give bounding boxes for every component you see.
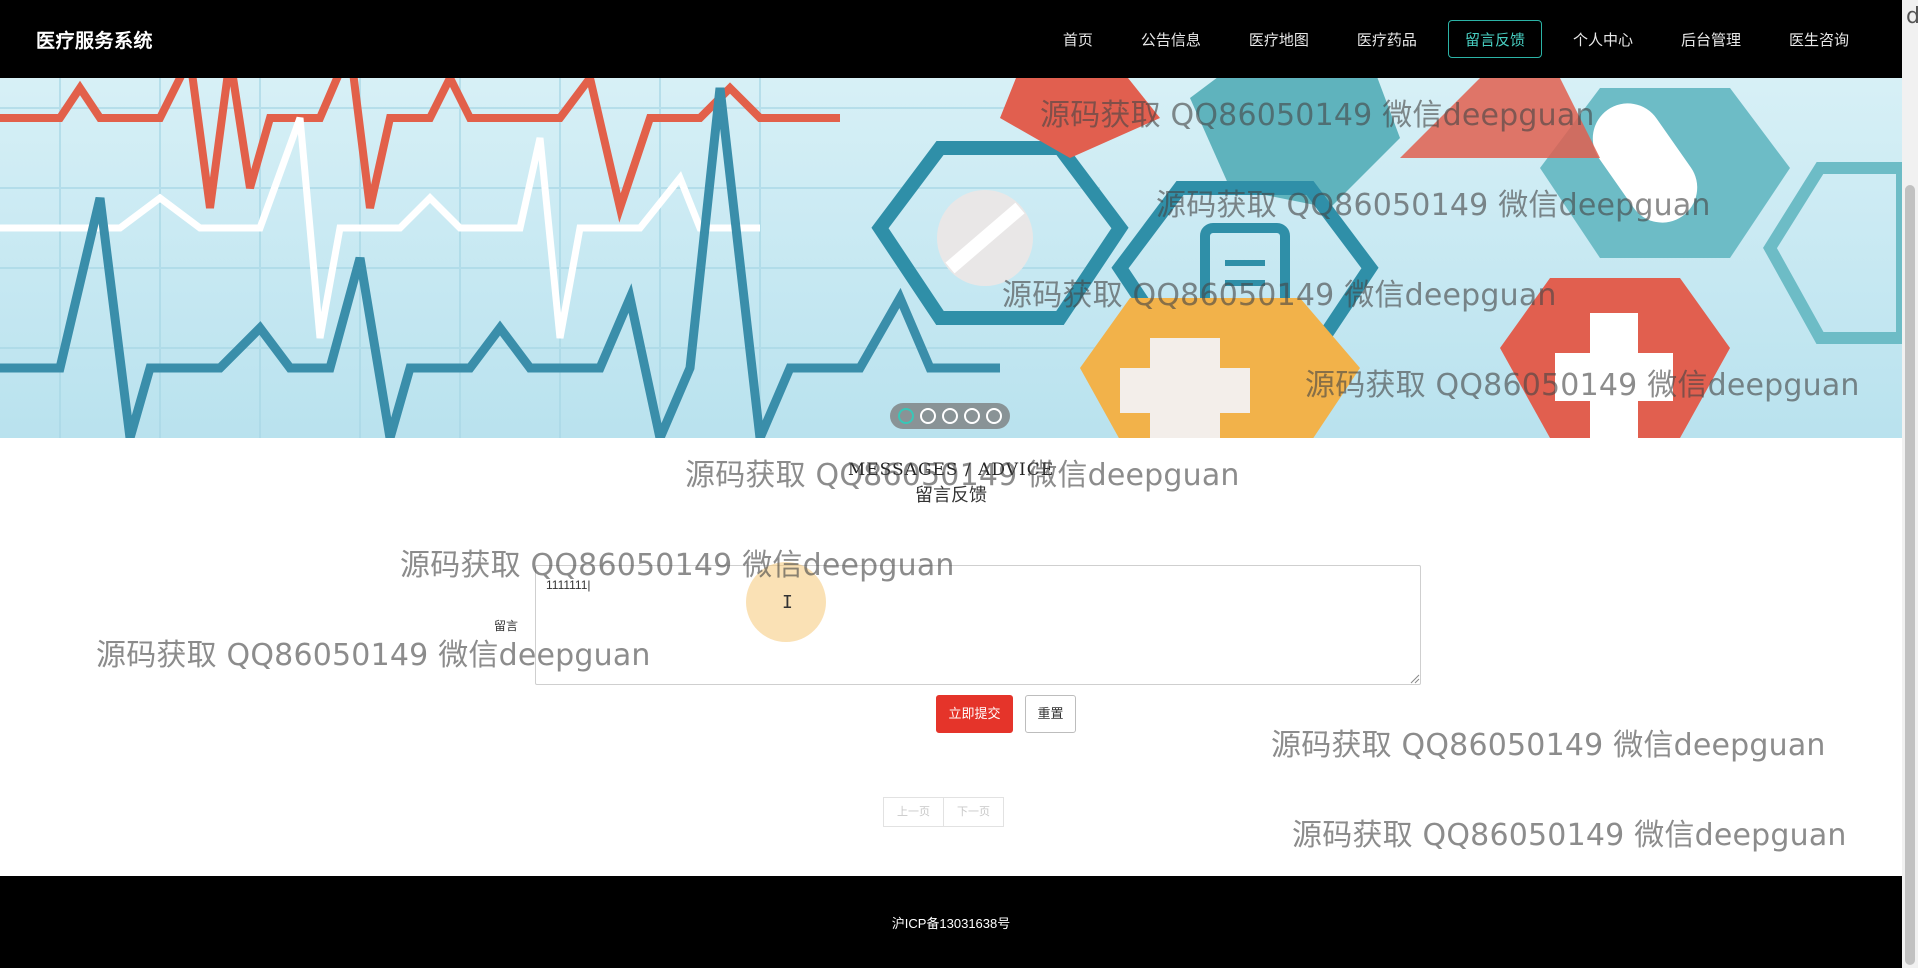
message-value: 1111111 [546,578,588,592]
nav-item-doctor-consult[interactable]: 医生咨询 [1772,20,1866,58]
nav-item-personal-center[interactable]: 个人中心 [1556,20,1650,58]
medical-banner-image [0,78,1902,438]
text-caret: | [587,578,591,592]
carousel-dot-3[interactable] [942,408,958,424]
carousel-indicators [890,403,1010,429]
section-title-cn: 留言反馈 [915,485,987,506]
corner-letter: d [1906,4,1918,29]
app-root: 医疗服务系统 首页 公告信息 医疗地图 医疗药品 留言反馈 个人中心 后台管理 … [0,0,1918,968]
prev-page-button[interactable]: 上一页 [883,797,944,827]
top-navbar: 医疗服务系统 首页 公告信息 医疗地图 医疗药品 留言反馈 个人中心 后台管理 … [0,0,1902,78]
message-textarea[interactable]: 1111111| [535,565,1421,685]
nav-item-announcements[interactable]: 公告信息 [1124,20,1218,58]
watermark-text: 源码获取 QQ86050149 微信deepguan [1271,728,1826,763]
nav-item-home[interactable]: 首页 [1046,20,1110,58]
nav-item-admin[interactable]: 后台管理 [1664,20,1758,58]
carousel-dot-2[interactable] [920,408,936,424]
pagination: 上一页 下一页 [883,797,1004,827]
banner-carousel[interactable] [0,78,1902,438]
section-title-en: MESSAGES / ADVICE [847,460,1055,480]
resize-grip-icon[interactable] [1410,674,1420,684]
site-brand[interactable]: 医疗服务系统 [36,26,153,53]
nav-item-feedback[interactable]: 留言反馈 [1447,20,1542,58]
main-nav: 首页 公告信息 医疗地图 医疗药品 留言反馈 个人中心 后台管理 医生咨询 [1046,20,1866,58]
next-page-button[interactable]: 下一页 [944,797,1004,827]
carousel-dot-4[interactable] [964,408,980,424]
reset-button[interactable]: 重置 [1025,695,1076,733]
nav-item-medical-map[interactable]: 医疗地图 [1232,20,1326,58]
text-cursor-icon: I [782,592,793,613]
footer: 沪ICP备13031638号 [0,876,1902,968]
nav-item-medicines[interactable]: 医疗药品 [1340,20,1434,58]
carousel-dot-1[interactable] [898,408,914,424]
submit-button[interactable]: 立即提交 [936,695,1013,733]
carousel-dot-5[interactable] [986,408,1002,424]
watermark-text: 源码获取 QQ86050149 微信deepguan [1292,818,1847,853]
icp-record: 沪ICP备13031638号 [891,916,1011,931]
message-label: 留言 [494,619,519,633]
scrollbar-thumb[interactable] [1905,185,1915,965]
